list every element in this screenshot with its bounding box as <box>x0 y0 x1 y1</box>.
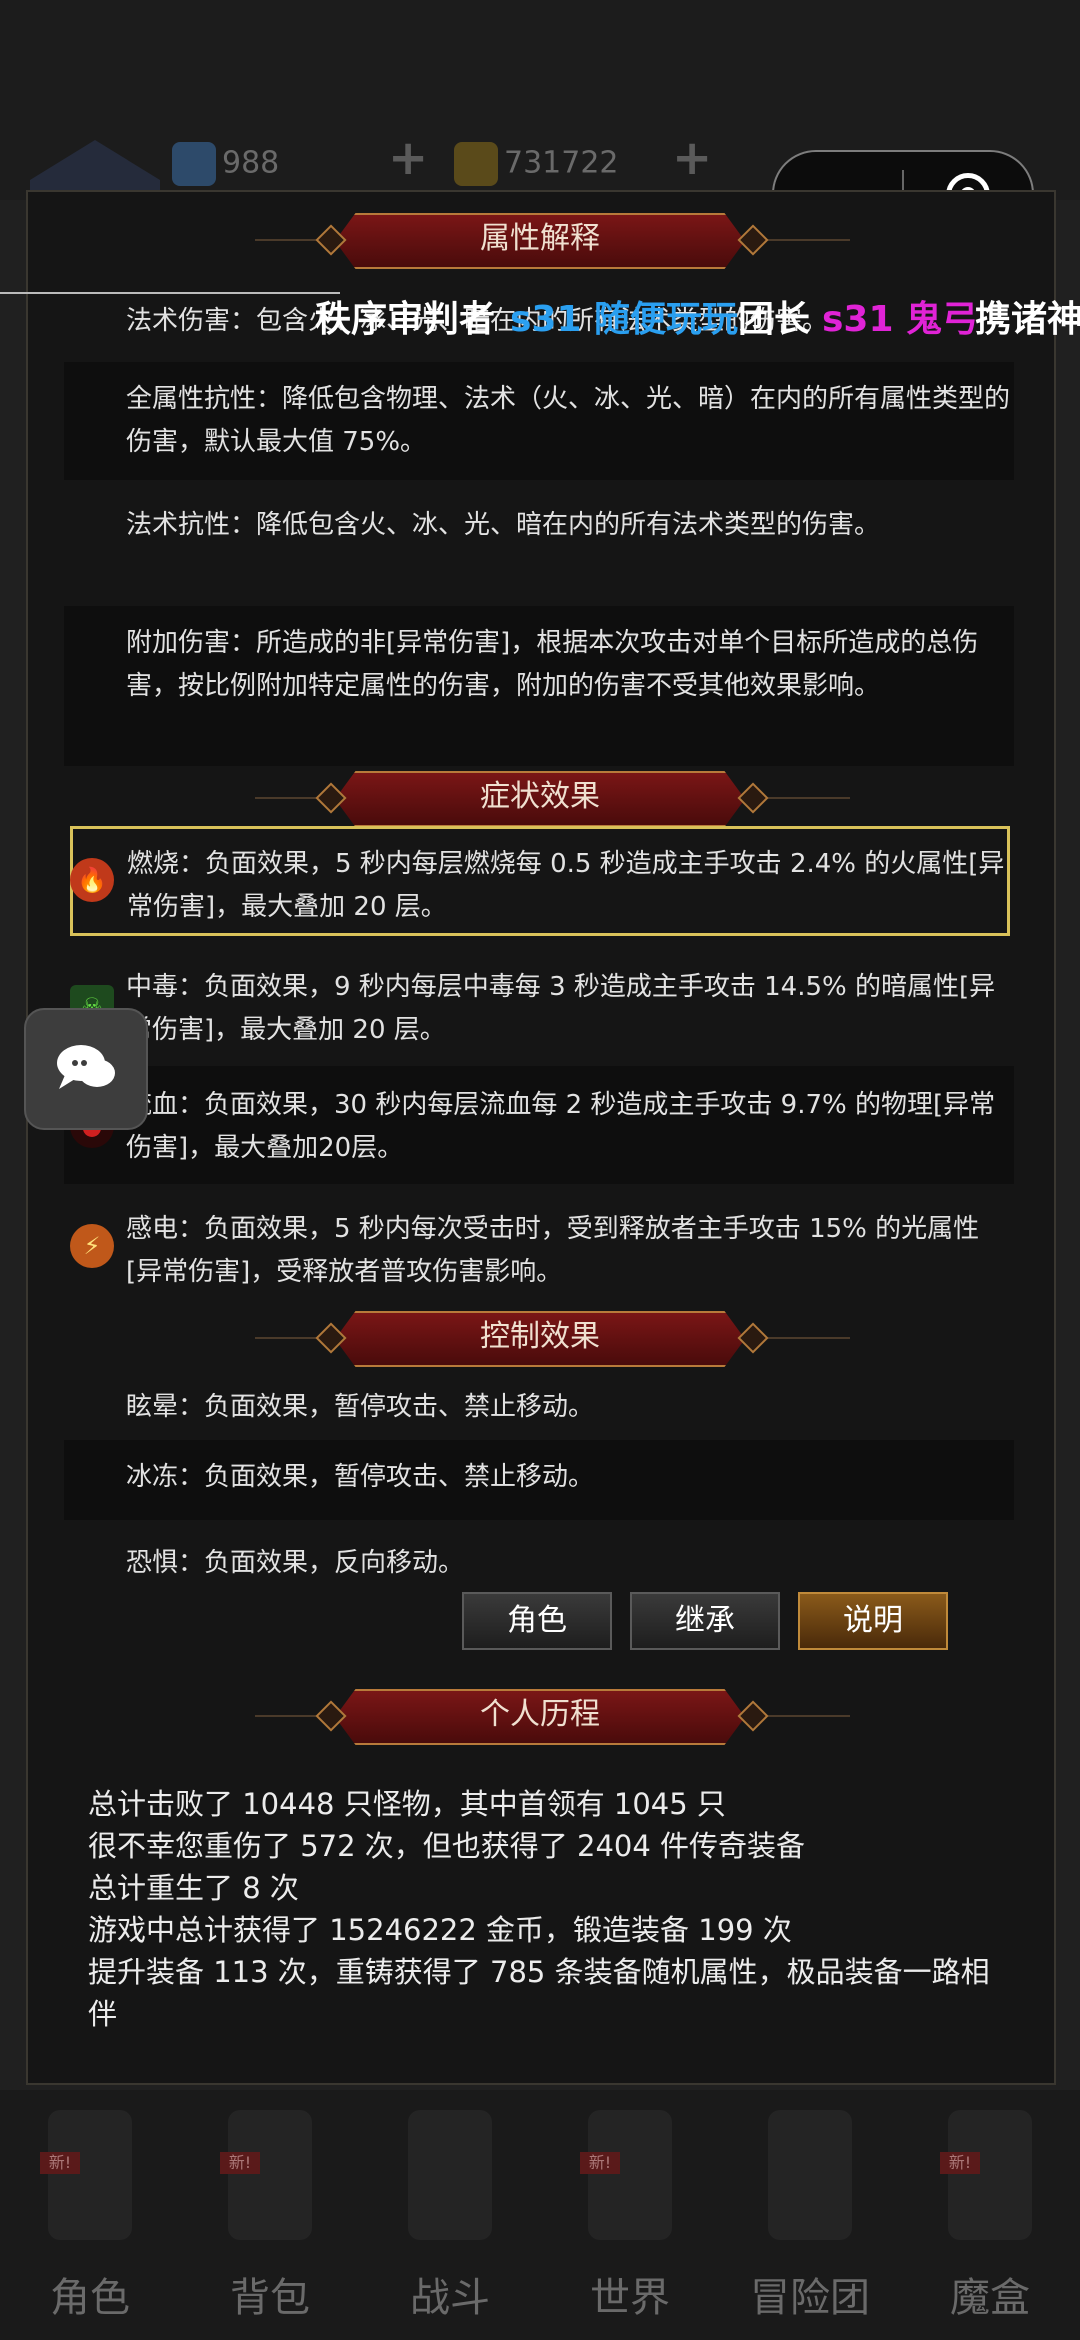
section-title: 属性解释 <box>480 221 600 256</box>
bottom-nav: 新! 角色 新! 背包 战斗 新! 世界 冒险团 新! 魔盒 <box>0 2090 1080 2340</box>
control-entry: 冰冻：负面效果，暂停攻击、禁止移动。 <box>64 1440 1014 1520</box>
new-badge: 新! <box>40 2152 80 2174</box>
lightning-icon: ⚡ <box>70 1224 114 1268</box>
gem-icon <box>172 142 216 186</box>
gem-counter: 988 <box>172 142 279 186</box>
tab-explanation[interactable]: 说明 <box>798 1592 948 1650</box>
history-line: 提升装备 113 次，重铸获得了 785 条装备随机属性，极品装备一路相伴 <box>88 1955 990 2031</box>
attribute-entry: 全属性抗性：降低包含物理、法术（火、冰、光、暗）在内的所有属性类型的伤害，默认最… <box>64 362 1014 480</box>
status-entry-burn[interactable]: 燃烧：负面效果，5 秒内每层燃烧每 0.5 秒造成主手攻击 2.4% 的火属性[… <box>70 826 1010 936</box>
nav-bag[interactable]: 新! 背包 <box>180 2090 360 2340</box>
gold-counter: 731722 <box>454 142 619 186</box>
attribute-entry: 法术抗性：降低包含火、冰、光、暗在内的所有法术类型的伤害。 <box>126 510 881 540</box>
history-line: 总计击败了 10448 只怪物，其中首领有 1045 只 <box>88 1787 726 1821</box>
section-title: 症状效果 <box>480 779 600 814</box>
danmaku-text: 团长 <box>738 299 811 340</box>
nav-world[interactable]: 新! 世界 <box>540 2090 720 2340</box>
section-header-control: 控制效果 <box>0 1308 1080 1368</box>
add-gem-button[interactable]: + <box>388 130 428 186</box>
gem-amount: 988 <box>222 145 280 181</box>
section-header-status: 症状效果 <box>0 768 1080 828</box>
helmet-icon <box>48 2110 132 2240</box>
add-gold-button[interactable]: + <box>672 130 712 186</box>
new-badge: 新! <box>220 2152 260 2174</box>
section-header-attributes: 属性解释 <box>0 210 1080 270</box>
nav-battle[interactable]: 战斗 <box>360 2090 540 2340</box>
danmaku-overlay: 秩序审判者 s31 随便玩玩 团长 s31 鬼弓 携诸神 <box>0 284 1080 344</box>
section-header-history: 个人历程 <box>0 1686 1080 1746</box>
status-entry-shock[interactable]: 感电：负面效果，5 秒内每次受击时，受到释放者主手攻击 15% 的光属性[异常伤… <box>64 1194 1014 1304</box>
control-entry: 眩晕：负面效果，暂停攻击、禁止移动。 <box>126 1392 595 1422</box>
gold-amount: 731722 <box>504 145 619 181</box>
danmaku-text: 携诸神 <box>975 299 1080 340</box>
new-badge: 新! <box>580 2152 620 2174</box>
status-entry-poison[interactable]: 中毒：负面效果，9 秒内每层中毒每 3 秒造成主手攻击 14.5% 的暗属性[异… <box>64 952 1014 1062</box>
section-title: 个人历程 <box>480 1697 600 1732</box>
gold-icon <box>454 142 498 186</box>
map-scroll-icon <box>588 2110 672 2240</box>
attribute-entry: 附加伤害：所造成的非[异常伤害]，根据本次攻击对单个目标所造成的总伤害，按比例附… <box>64 606 1014 766</box>
nav-adventure-team[interactable]: 冒险团 <box>720 2090 900 2340</box>
tab-inherit[interactable]: 继承 <box>630 1592 780 1650</box>
danmaku-text: 秩序审判者 <box>315 299 496 340</box>
danmaku-text: s31 随便玩玩 <box>510 299 739 340</box>
sword-shield-icon <box>408 2110 492 2240</box>
section-title: 控制效果 <box>480 1319 600 1354</box>
nav-magic-box[interactable]: 新! 魔盒 <box>900 2090 1080 2340</box>
magic-box-icon <box>948 2110 1032 2240</box>
history-line: 很不幸您重伤了 572 次，但也获得了 2404 件传奇装备 <box>88 1829 806 1863</box>
control-entry: 恐惧：负面效果，反向移动。 <box>126 1548 465 1578</box>
chat-button[interactable] <box>24 1008 148 1130</box>
backpack-icon <box>228 2110 312 2240</box>
history-stats: 总计击败了 10448 只怪物，其中首领有 1045 只 很不幸您重伤了 572… <box>88 1783 1008 2035</box>
fire-icon: 🔥 <box>70 858 114 902</box>
danmaku-text: s31 鬼弓 <box>822 299 979 340</box>
history-line: 游戏中总计获得了 15246222 金币，锻造装备 199 次 <box>88 1913 792 1947</box>
castle-icon <box>768 2110 852 2240</box>
history-line: 总计重生了 8 次 <box>88 1871 299 1905</box>
nav-character[interactable]: 新! 角色 <box>0 2090 180 2340</box>
chat-bubble-icon <box>57 1045 115 1089</box>
new-badge: 新! <box>940 2152 980 2174</box>
tab-character[interactable]: 角色 <box>462 1592 612 1650</box>
status-entry-bleed[interactable]: 流血：负面效果，30 秒内每层流血每 2 秒造成主手攻击 9.7% 的物理[异常… <box>64 1066 1014 1184</box>
